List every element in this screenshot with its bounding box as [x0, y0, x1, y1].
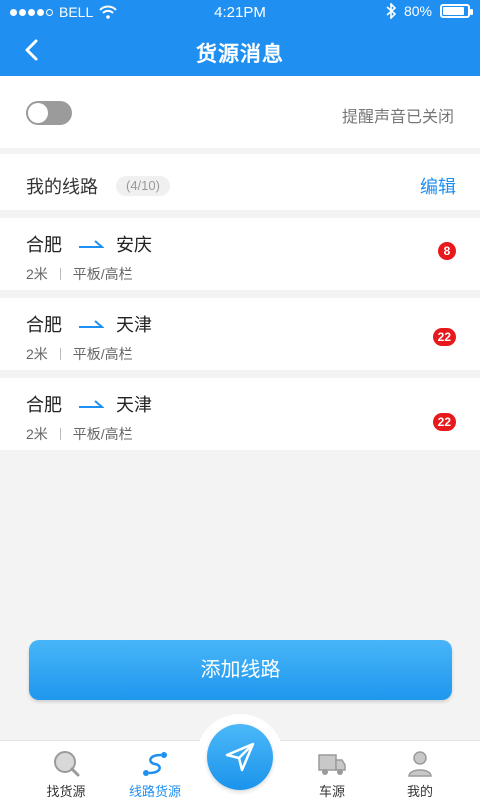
route-origin: 合肥	[26, 235, 62, 255]
route-item[interactable]: 合肥 天津 2米 平板/高栏 22	[0, 298, 480, 370]
route-destination: 天津	[116, 315, 152, 335]
truck-type: 平板/高栏	[72, 266, 133, 282]
send-icon	[225, 742, 255, 772]
tab-trucks[interactable]: 车源	[292, 741, 372, 800]
sound-toggle[interactable]	[26, 101, 72, 125]
status-bar: BELL 4:21PM 80%	[0, 0, 480, 24]
divider	[59, 268, 61, 280]
route-destination: 天津	[116, 395, 152, 415]
divider	[59, 348, 61, 360]
routes-header: 我的线路 (4/10) 编辑	[0, 154, 480, 210]
tab-route-goods[interactable]: 线路货源	[115, 741, 195, 800]
route-arrow-icon	[79, 320, 104, 328]
truck-type: 平板/高栏	[72, 426, 133, 442]
route-origin: 合肥	[26, 315, 62, 335]
route-origin: 合肥	[26, 395, 62, 415]
route-arrow-icon	[79, 400, 104, 408]
search-goods-icon	[54, 751, 80, 777]
send-button[interactable]	[207, 724, 273, 790]
tab-label: 车源	[318, 784, 345, 799]
truck-length: 2米	[26, 346, 48, 362]
bluetooth-icon	[386, 3, 396, 19]
battery-icon	[440, 4, 473, 18]
route-arrow-icon	[79, 240, 104, 248]
tab-find-goods[interactable]: 找货源	[26, 741, 106, 800]
route-icon	[143, 752, 167, 776]
unread-badge: 22	[432, 413, 456, 431]
route-count-badge: (4/10)	[116, 176, 170, 196]
truck-icon	[318, 754, 346, 775]
page-title: 货源消息	[196, 43, 284, 66]
tab-label: 找货源	[46, 784, 86, 799]
tab-mine[interactable]: 我的	[380, 741, 460, 800]
toggle-knob	[28, 103, 48, 123]
unread-badge: 8	[438, 242, 456, 260]
edit-button[interactable]: 编辑	[420, 173, 456, 199]
tab-label: 我的	[406, 784, 433, 799]
routes-title: 我的线路	[26, 177, 98, 197]
add-route-button[interactable]: 添加线路	[29, 640, 452, 700]
truck-length: 2米	[26, 426, 48, 442]
divider	[59, 428, 61, 440]
top-bar: BELL 4:21PM 80% 货源消息	[0, 0, 480, 76]
user-icon	[408, 751, 432, 777]
sound-status-label: 提醒声音已关闭	[341, 109, 454, 126]
route-item[interactable]: 合肥 天津 2米 平板/高栏 22	[0, 378, 480, 450]
nav-bar: 货源消息	[0, 24, 480, 76]
sound-setting-row: 提醒声音已关闭	[0, 76, 480, 148]
tab-label: 线路货源	[128, 784, 181, 799]
truck-type: 平板/高栏	[72, 346, 133, 362]
unread-badge: 22	[432, 328, 456, 346]
route-destination: 安庆	[116, 235, 152, 255]
battery-percent: 80%	[403, 3, 432, 19]
route-item[interactable]: 合肥 安庆 2米 平板/高栏 8	[0, 218, 480, 290]
truck-length: 2米	[26, 266, 48, 282]
